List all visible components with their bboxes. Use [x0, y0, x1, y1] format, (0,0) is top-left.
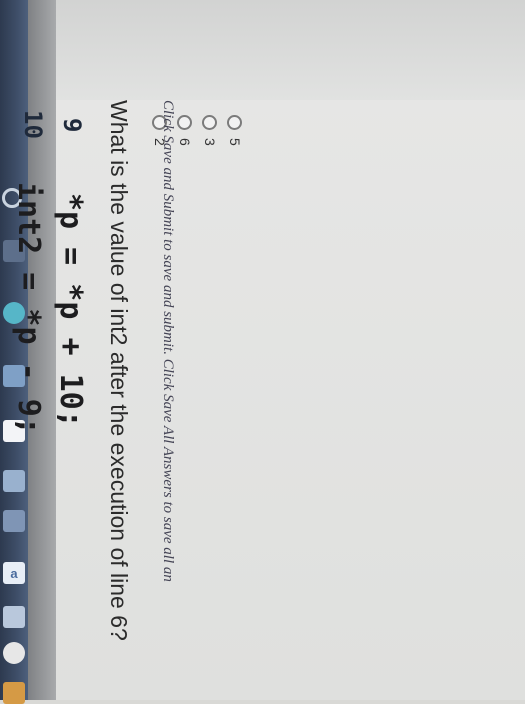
- line-number-10: 10: [19, 110, 47, 139]
- download-icon[interactable]: [3, 510, 25, 532]
- choice-label: 6: [177, 138, 193, 146]
- radio-button[interactable]: [202, 115, 218, 130]
- choice-label: 3: [202, 138, 218, 146]
- choice-label: 5: [227, 138, 243, 146]
- choice-option[interactable]: 5: [227, 115, 243, 146]
- screen: a 9 10 *p = *p + 10; int2 = *p - 9; What…: [0, 0, 525, 704]
- submit-instructions: Click Save and Submit to save and submit…: [160, 100, 176, 582]
- code-line-10: int2 = *p - 9;: [11, 182, 46, 435]
- settings-icon[interactable]: [3, 606, 25, 628]
- folder-icon[interactable]: [3, 470, 25, 492]
- question-text: What is the value of int2 after the exec…: [106, 100, 132, 641]
- extra-dock-icon[interactable]: [3, 682, 25, 704]
- store-icon[interactable]: a: [3, 562, 25, 584]
- code-listing-panel: [56, 0, 525, 100]
- radio-button[interactable]: [227, 115, 243, 130]
- radio-button[interactable]: [177, 115, 193, 130]
- code-line-9: *p = *p + 10;: [53, 193, 88, 428]
- sparkle-icon[interactable]: [3, 642, 25, 664]
- choice-option[interactable]: 6: [177, 115, 193, 146]
- choice-option[interactable]: 3: [202, 115, 218, 146]
- line-number-9: 9: [58, 118, 86, 133]
